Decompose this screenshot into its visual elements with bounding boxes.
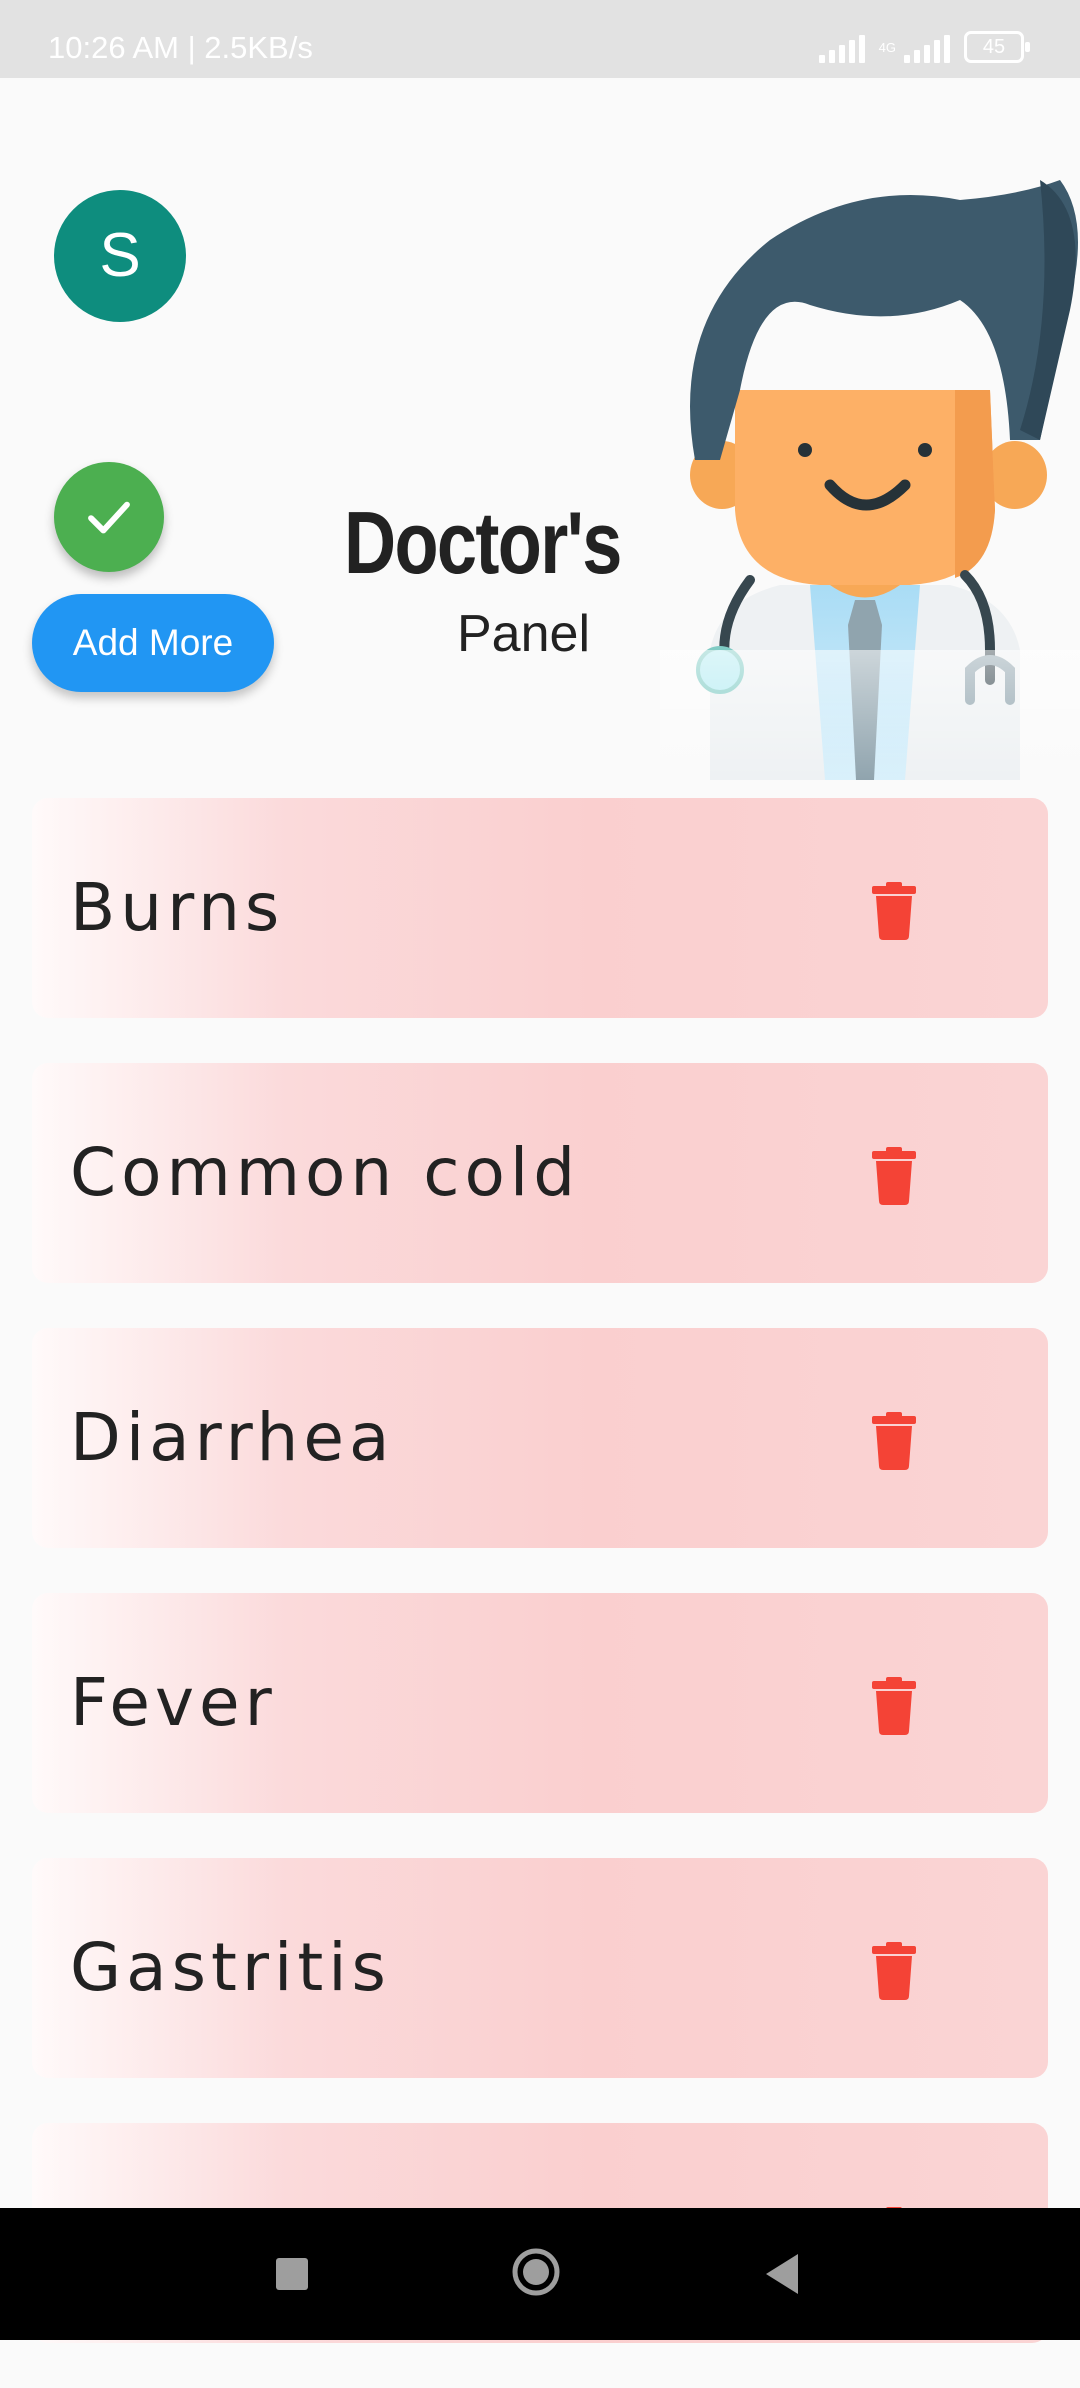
navigation-bar (0, 2208, 1080, 2340)
network-type: 4G (878, 39, 896, 55)
list-item[interactable]: Burns (32, 798, 1048, 1018)
status-bar: 10:26 AM | 2.5KB/s 4G 45 (0, 0, 1080, 78)
list-item[interactable]: Diarrhea (32, 1328, 1048, 1548)
list-item[interactable]: Gastritis (32, 1858, 1048, 2078)
delete-icon[interactable] (870, 882, 918, 940)
disease-name: Fever (70, 1664, 277, 1741)
page-subtitle: Panel (457, 605, 590, 663)
status-time-speed: 10:26 AM | 2.5KB/s (48, 30, 313, 65)
list-item[interactable]: Fever (32, 1593, 1048, 1813)
page-title: Doctor's (344, 493, 622, 592)
status-icons: 4G 45 (818, 30, 1030, 64)
check-icon (88, 501, 130, 534)
disease-name: Gastritis (70, 1929, 391, 2006)
list-item[interactable]: Common cold (32, 1063, 1048, 1283)
home-icon[interactable] (512, 2248, 560, 2296)
disease-name: Burns (70, 869, 285, 946)
confirm-button[interactable] (54, 462, 164, 572)
signal-icon-2 (904, 31, 950, 63)
avatar[interactable]: S (54, 190, 186, 322)
disease-name: Diarrhea (70, 1399, 395, 1476)
delete-icon[interactable] (870, 1147, 918, 1205)
delete-icon[interactable] (870, 1412, 918, 1470)
signal-icon (818, 31, 865, 63)
delete-icon[interactable] (870, 1677, 918, 1735)
disease-list: Burns Common cold Diarrhea Fever Gastrit… (32, 798, 1048, 2388)
add-more-button[interactable]: Add More (32, 594, 274, 692)
doctor-illustration (660, 180, 1080, 780)
back-icon[interactable] (762, 2252, 802, 2296)
delete-icon[interactable] (870, 1942, 918, 2000)
recents-icon[interactable] (276, 2258, 308, 2290)
battery-icon: 45 (964, 31, 1030, 63)
disease-name: Common cold (70, 1134, 581, 1211)
